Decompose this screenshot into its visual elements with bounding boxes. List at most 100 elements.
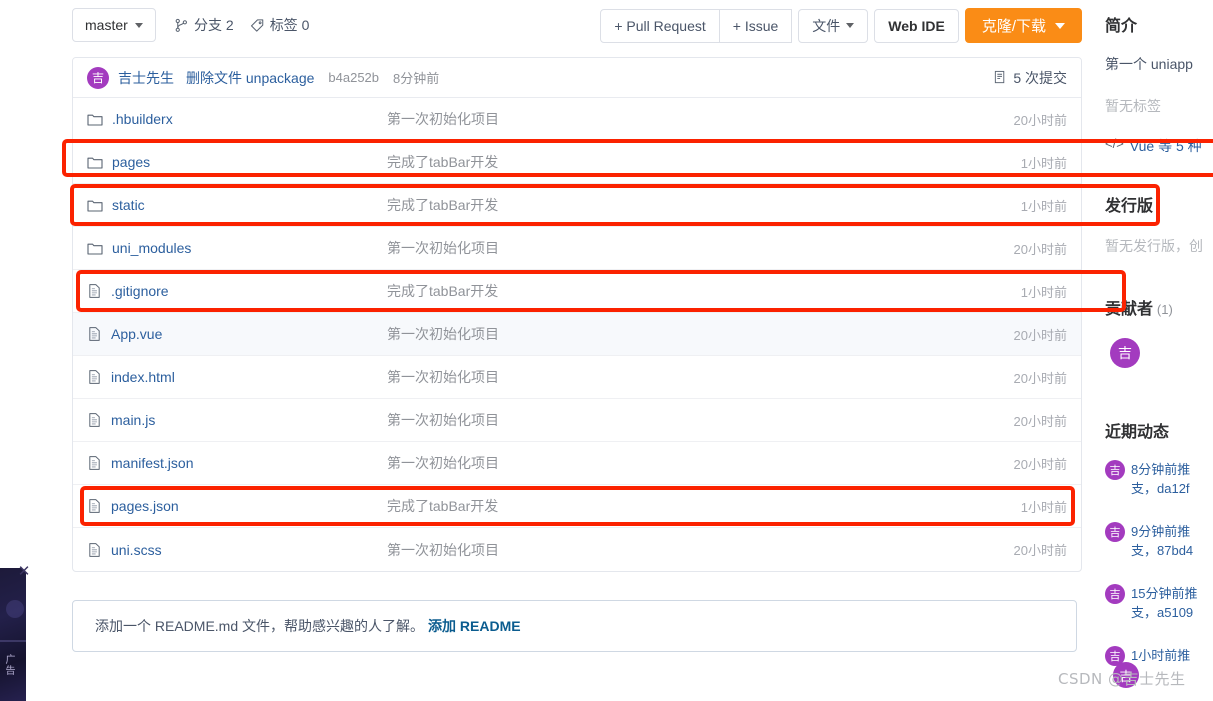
file-commit-message[interactable]: 第一次初始化项目 xyxy=(387,367,1014,387)
file-commit-time: 20小时前 xyxy=(1013,370,1067,386)
clone-download-button[interactable]: 克隆/下载 xyxy=(964,8,1082,43)
language-row[interactable]: </> Vue 等 5 种 xyxy=(1105,136,1202,156)
releases-empty-text: 暂无发行版，创 xyxy=(1105,238,1203,254)
file-name-cell: main.js xyxy=(87,412,387,428)
folder-icon xyxy=(87,157,103,169)
file-link[interactable]: App.vue xyxy=(111,326,162,342)
commit-sha[interactable]: b4a252b xyxy=(328,70,379,85)
branches-label: 分支 2 xyxy=(194,17,234,33)
chevron-down-icon xyxy=(1055,22,1065,29)
web-ide-button[interactable]: Web IDE xyxy=(874,8,959,43)
files-dropdown-label: 文件 xyxy=(812,17,841,34)
file-commit-message[interactable]: 第一次初始化项目 xyxy=(387,238,1014,258)
file-name-cell: uni.scss xyxy=(87,542,387,558)
file-commit-message[interactable]: 第一次初始化项目 xyxy=(387,410,1014,430)
page-root: 广告 ✕ master 分支 2 标签 0 + Pull Request + I… xyxy=(0,0,1213,701)
file-link[interactable]: index.html xyxy=(111,369,175,385)
code-icon: </> xyxy=(1105,136,1124,151)
releases-section-title: 发行版 xyxy=(1105,196,1154,215)
avatar[interactable]: 吉 xyxy=(87,66,109,89)
add-readme-link[interactable]: 添加 README xyxy=(428,616,521,636)
file-link[interactable]: .gitignore xyxy=(111,283,169,299)
table-row[interactable]: manifest.json 第一次初始化项目 20小时前 xyxy=(73,442,1081,485)
ad-decoration-blob xyxy=(6,600,24,618)
contributors-section-title: 贡献者 xyxy=(1105,299,1154,318)
file-link[interactable]: uni_modules xyxy=(112,240,191,256)
branch-selector-label: master xyxy=(85,17,128,33)
pull-request-button[interactable]: + Pull Request xyxy=(600,8,720,43)
table-row[interactable]: static 完成了tabBar开发 1小时前 xyxy=(73,184,1081,227)
activity-line-1: 1小时前推 xyxy=(1131,648,1191,663)
file-link[interactable]: .hbuilderx xyxy=(112,111,173,127)
activity-line-2: 支，da12f xyxy=(1131,481,1190,496)
ad-decoration-stripe xyxy=(0,640,26,642)
files-dropdown-button[interactable]: 文件 xyxy=(798,8,869,43)
activity-line-1: 8分钟前推 xyxy=(1131,462,1191,477)
file-commit-time: 1小时前 xyxy=(1020,198,1067,214)
file-icon xyxy=(89,284,100,298)
file-icon xyxy=(89,542,100,557)
commit-message[interactable]: 删除文件 unpackage xyxy=(186,68,314,88)
file-name-cell: .gitignore xyxy=(87,283,387,299)
file-commit-message[interactable]: 完成了tabBar开发 xyxy=(387,152,1021,172)
list-item[interactable]: 吉 8分钟前推 支，da12f xyxy=(1105,460,1213,498)
file-commit-message[interactable]: 完成了tabBar开发 xyxy=(387,195,1021,215)
file-commit-time: 20小时前 xyxy=(1013,413,1067,429)
file-commit-time: 20小时前 xyxy=(1013,112,1067,128)
branch-selector[interactable]: master xyxy=(72,8,156,42)
file-name-cell: App.vue xyxy=(87,326,387,342)
file-name-cell: index.html xyxy=(87,369,387,385)
file-commit-message[interactable]: 第一次初始化项目 xyxy=(387,453,1014,473)
file-commit-time: 1小时前 xyxy=(1020,155,1067,171)
activity-text: 9分钟前推支，87bd4 xyxy=(1131,522,1193,560)
tags-link[interactable]: 标签 0 xyxy=(250,15,309,35)
file-commit-time: 1小时前 xyxy=(1020,499,1067,515)
activity-line-2: 支，87bd4 xyxy=(1131,543,1194,558)
table-row[interactable]: pages 完成了tabBar开发 1小时前 xyxy=(73,141,1081,184)
table-row[interactable]: main.js 第一次初始化项目 20小时前 xyxy=(73,399,1081,442)
file-link[interactable]: manifest.json xyxy=(111,455,193,471)
table-row[interactable]: index.html 第一次初始化项目 20小时前 xyxy=(73,356,1081,399)
list-item[interactable]: 吉 9分钟前推 支，87bd4 xyxy=(1105,522,1213,560)
file-link[interactable]: pages.json xyxy=(111,498,179,514)
ad-close-icon[interactable]: ✕ xyxy=(16,564,32,580)
table-row[interactable]: .gitignore 完成了tabBar开发 1小时前 xyxy=(73,270,1081,313)
tag-icon xyxy=(250,18,263,32)
file-link[interactable]: pages xyxy=(112,154,150,170)
branch-icon xyxy=(175,18,187,32)
file-icon xyxy=(89,413,100,427)
table-row[interactable]: App.vue 第一次初始化项目 20小时前 xyxy=(73,313,1081,356)
file-icon xyxy=(89,456,100,470)
repository-main: master 分支 2 标签 0 + Pull Request + Issue … xyxy=(60,0,1095,701)
file-name-cell: manifest.json xyxy=(87,455,387,471)
chevron-down-icon xyxy=(846,23,855,28)
list-item[interactable]: 吉 15分钟前推 支，a5109 xyxy=(1105,584,1213,622)
activity-line-2: 支，a5109 xyxy=(1131,605,1194,620)
file-commit-message[interactable]: 第一次初始化项目 xyxy=(387,540,1014,560)
activity-section-title: 近期动态 xyxy=(1105,422,1170,441)
clone-download-label: 克隆/下载 xyxy=(981,18,1046,35)
table-row[interactable]: uni_modules 第一次初始化项目 20小时前 xyxy=(73,227,1081,270)
file-link[interactable]: uni.scss xyxy=(111,542,162,558)
file-link[interactable]: static xyxy=(112,197,145,213)
contributor-avatar[interactable]: 吉 xyxy=(1110,338,1140,368)
folder-icon xyxy=(87,200,103,212)
issue-button[interactable]: + Issue xyxy=(718,8,793,43)
table-row[interactable]: .hbuilderx 第一次初始化项目 20小时前 xyxy=(73,98,1081,141)
commit-author[interactable]: 吉士先生 xyxy=(118,68,174,88)
commit-count-link[interactable]: 5 次提交 xyxy=(993,68,1067,88)
ad-panel[interactable]: 广告 xyxy=(0,568,26,701)
file-commit-message[interactable]: 第一次初始化项目 xyxy=(387,324,1014,344)
file-commit-message[interactable]: 第一次初始化项目 xyxy=(387,109,1014,129)
file-commit-message[interactable]: 完成了tabBar开发 xyxy=(387,281,1021,301)
file-commit-message[interactable]: 完成了tabBar开发 xyxy=(387,496,1021,516)
activity-line-1: 9分钟前推 xyxy=(1131,524,1191,539)
file-link[interactable]: main.js xyxy=(111,412,155,428)
branches-link[interactable]: 分支 2 xyxy=(174,15,234,35)
repo-toolbar: master 分支 2 标签 0 + Pull Request + Issue … xyxy=(72,6,1082,44)
table-row[interactable]: pages.json 完成了tabBar开发 1小时前 xyxy=(73,485,1081,528)
file-name-cell: pages.json xyxy=(87,498,387,514)
table-row[interactable]: uni.scss 第一次初始化项目 20小时前 xyxy=(73,528,1081,571)
commit-count-label: 5 次提交 xyxy=(1013,69,1067,86)
readme-prompt-text: 添加一个 README.md 文件，帮助感兴趣的人了解。 xyxy=(95,618,425,634)
